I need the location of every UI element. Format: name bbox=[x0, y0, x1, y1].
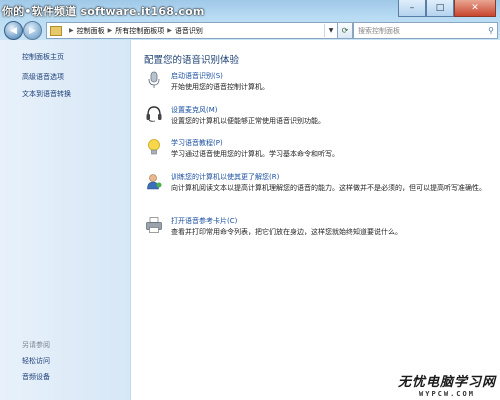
sidebar-link-advanced-speech-options[interactable]: 高级语音选项 bbox=[22, 72, 64, 82]
breadcrumb-speech-recognition[interactable]: 语音识别 bbox=[175, 26, 203, 36]
watermark-url: WYPCW.COM bbox=[419, 390, 475, 398]
set-up-microphone-link[interactable]: 设置麦克风(M) bbox=[171, 105, 218, 115]
task-description: 开始使用您的语音控制计算机。 bbox=[171, 83, 269, 91]
chevron-right-icon[interactable]: ▶ bbox=[167, 27, 172, 34]
address-bar[interactable]: ▶ 控制面板 ▶ 所有控制面板项 ▶ 语音识别 ▼ bbox=[46, 22, 338, 39]
main-content: 配置您的语音识别体验 启动语音识别(S) 开始使用您的语音控制计算机。 设置麦克… bbox=[131, 40, 500, 400]
chevron-down-icon: ▼ bbox=[328, 27, 334, 34]
page-title: 配置您的语音识别体验 bbox=[144, 55, 240, 66]
task-description: 设置您的计算机以便能够正常使用语音识别功能。 bbox=[171, 117, 325, 125]
top-watermark: 你的•软件频道 software.it168.com bbox=[2, 5, 205, 18]
train-computer-link[interactable]: 训练您的计算机以使其更了解您(R) bbox=[171, 172, 279, 182]
search-input[interactable]: 搜索控制面板 ⚲ bbox=[353, 22, 498, 39]
sidebar-link-control-panel-home[interactable]: 控制面板主页 bbox=[22, 52, 64, 62]
address-dropdown-button[interactable]: ▼ bbox=[324, 24, 337, 37]
control-panel-icon bbox=[50, 25, 62, 36]
navigation-row: ◀ ▶ ▶ 控制面板 ▶ 所有控制面板项 ▶ 语音识别 ▼ ⟳ 搜索控制面板 ⚲ bbox=[0, 20, 500, 40]
title-bar: 你的•软件频道 software.it168.com – □ ✕ ◀ ▶ ▶ 控… bbox=[0, 0, 500, 40]
refresh-button[interactable]: ⟳ bbox=[337, 22, 353, 39]
breadcrumb-all-items[interactable]: 所有控制面板项 bbox=[115, 26, 164, 36]
back-button[interactable]: ◀ bbox=[4, 21, 23, 40]
speech-tutorial-link[interactable]: 学习语音教程(P) bbox=[171, 138, 223, 148]
sidebar-link-text-to-speech[interactable]: 文本到语音转换 bbox=[22, 89, 71, 99]
window-controls: – □ ✕ bbox=[398, 0, 496, 17]
search-icon[interactable]: ⚲ bbox=[484, 26, 494, 35]
search-placeholder: 搜索控制面板 bbox=[358, 26, 400, 35]
arrow-right-icon: ▶ bbox=[29, 25, 36, 36]
close-button[interactable]: ✕ bbox=[454, 0, 496, 17]
watermark-chinese: 无忧电脑学习网 bbox=[397, 375, 496, 390]
chevron-right-icon[interactable]: ▶ bbox=[108, 27, 113, 34]
arrow-left-icon: ◀ bbox=[10, 25, 17, 36]
maximize-button[interactable]: □ bbox=[426, 0, 454, 17]
sidebar-link-ease-of-access[interactable]: 轻松访问 bbox=[22, 356, 50, 366]
bottom-watermark: 无忧电脑学习网 WYPCW.COM bbox=[398, 371, 496, 398]
headset-icon bbox=[146, 106, 162, 122]
chevron-right-icon[interactable]: ▶ bbox=[69, 27, 74, 34]
sidebar-link-audio-devices[interactable]: 音频设备 bbox=[22, 372, 50, 382]
task-description: 学习通过语音使用您的计算机。学习基本命令和听写。 bbox=[171, 150, 339, 158]
start-speech-recognition-link[interactable]: 启动语音识别(S) bbox=[171, 71, 223, 81]
see-also-heading: 另请参阅 bbox=[22, 341, 50, 349]
microphone-icon bbox=[148, 71, 160, 88]
breadcrumb-control-panel[interactable]: 控制面板 bbox=[77, 26, 105, 36]
speech-reference-card-link[interactable]: 打开语音参考卡片(C) bbox=[171, 216, 237, 226]
task-description: 向计算机阅读文本以提高计算机理解您的语音的能力。这样做并不是必须的，但可以提高听… bbox=[171, 184, 486, 192]
minimize-button[interactable]: – bbox=[398, 0, 426, 17]
task-description: 查看并打印常用命令列表，把它们放在身边，这样您就始终知道要说什么。 bbox=[171, 228, 402, 236]
control-panel-window: 你的•软件频道 software.it168.com – □ ✕ ◀ ▶ ▶ 控… bbox=[0, 0, 500, 400]
sidebar: 控制面板主页 高级语音选项 文本到语音转换 另请参阅 轻松访问 音频设备 bbox=[0, 40, 131, 400]
forward-button[interactable]: ▶ bbox=[23, 21, 42, 40]
lightbulb-icon bbox=[148, 139, 160, 155]
refresh-icon: ⟳ bbox=[341, 26, 349, 35]
printer-icon bbox=[146, 217, 162, 233]
user-train-icon bbox=[147, 174, 162, 190]
